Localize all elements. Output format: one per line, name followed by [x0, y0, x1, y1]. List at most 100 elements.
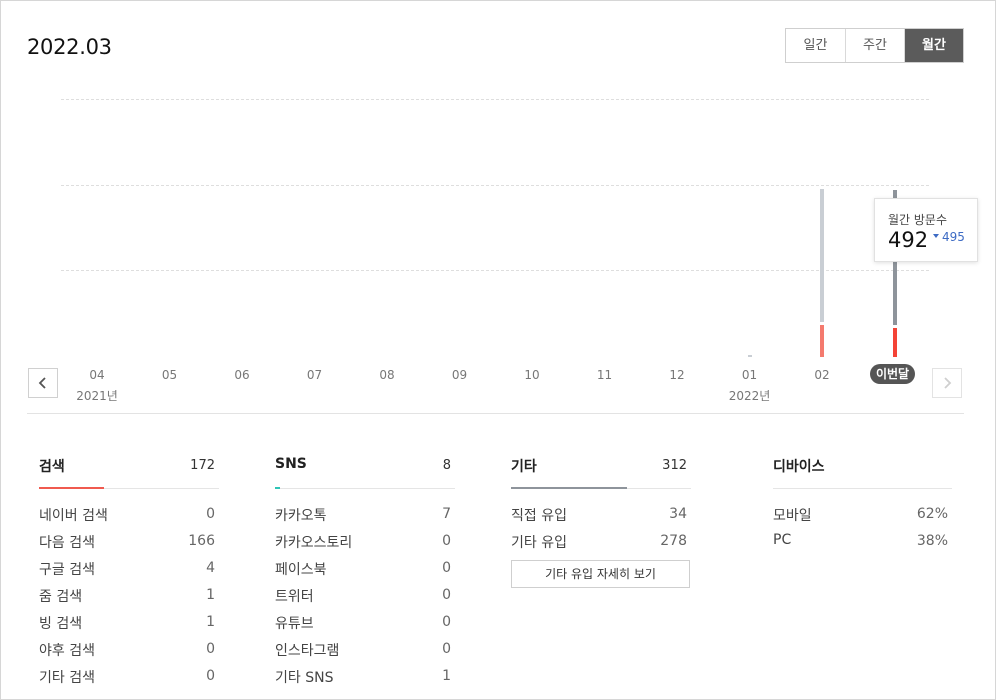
list-item: 기타 검색 0	[39, 665, 219, 692]
row-value: 38%	[916, 533, 948, 549]
sns-header: SNS 8	[275, 454, 455, 489]
chevron-right-icon	[944, 377, 952, 389]
row-value: 4	[206, 560, 215, 576]
device-header: 디바이스	[773, 454, 952, 489]
row-label: 트위터	[275, 589, 314, 605]
row-label: 카카오스토리	[275, 535, 353, 551]
list-item: 모바일 62%	[773, 503, 952, 530]
tooltip-delta-value: 495	[942, 230, 965, 244]
visit-bar[interactable]	[747, 355, 752, 357]
row-label: PC	[773, 532, 792, 548]
search-section: 검색 172 네이버 검색 0 다음 검색 166 구글 검색 4 줌 검색 1 빙 검…	[39, 454, 219, 692]
row-value: 0	[442, 641, 451, 657]
etc-title: 기타	[511, 459, 537, 475]
search-title: 검색	[39, 459, 65, 475]
etc-share-bar	[511, 487, 627, 489]
list-item: 카카오스토리 0	[275, 530, 455, 557]
etc-header: 기타 312	[511, 454, 691, 489]
etc-total: 312	[662, 458, 687, 473]
row-label: 네이버 검색	[39, 508, 108, 524]
year-label: 2021년	[76, 389, 118, 403]
tooltip-value: 492	[888, 228, 929, 252]
month-label: 11	[596, 368, 613, 382]
row-value: 0	[442, 614, 451, 630]
row-label: 기타 유입	[511, 535, 567, 551]
sns-title: SNS	[275, 456, 307, 472]
list-item: 다음 검색 166	[39, 530, 219, 557]
stats-panel: 2022.03 일간 주간 월간 월간 방문수 492 495 04 2021년 0…	[0, 0, 996, 700]
list-item: 줌 검색 1	[39, 584, 219, 611]
row-label: 기타 검색	[39, 670, 95, 686]
divider	[27, 413, 964, 414]
row-label: 직접 유입	[511, 508, 567, 524]
row-value: 7	[442, 506, 451, 522]
row-label: 페이스북	[275, 562, 327, 578]
row-label: 구글 검색	[39, 562, 95, 578]
month-label: 12	[669, 368, 685, 382]
month-label: 09	[451, 368, 468, 382]
next-button[interactable]	[932, 368, 962, 398]
row-label: 다음 검색	[39, 535, 95, 551]
month-label: 07	[306, 368, 323, 382]
list-item: 네이버 검색 0	[39, 503, 219, 530]
tab-daily[interactable]: 일간	[786, 29, 845, 62]
new-visit-bar[interactable]	[820, 324, 824, 357]
device-title: 디바이스	[773, 459, 825, 475]
new-visit-bar[interactable]	[892, 328, 897, 357]
etc-detail-button[interactable]: 기타 유입 자세히 보기	[511, 560, 690, 588]
row-label: 빙 검색	[39, 616, 83, 632]
list-item: 빙 검색 1	[39, 611, 219, 638]
tooltip-delta: 495	[933, 230, 965, 244]
row-value: 0	[206, 506, 215, 522]
list-item: 직접 유입 34	[511, 503, 691, 530]
month-label: 04	[89, 368, 105, 382]
sns-total: 8	[442, 458, 451, 473]
row-label: 야후 검색	[39, 643, 95, 659]
row-value: 0	[442, 560, 451, 576]
etc-section: 기타 312 직접 유입 34 기타 유입 278 기타 유입 자세히 보기	[511, 454, 691, 588]
month-label: 10	[524, 368, 540, 382]
list-item: PC 38%	[773, 530, 952, 557]
search-share-bar	[39, 487, 104, 489]
row-value: 1	[206, 587, 215, 603]
prev-button[interactable]	[28, 368, 58, 398]
sns-share-bar	[275, 487, 280, 489]
tab-monthly[interactable]: 월간	[904, 29, 963, 62]
list-item: 페이스북 0	[275, 557, 455, 584]
row-value: 1	[442, 668, 451, 684]
list-item: 유튜브 0	[275, 611, 455, 638]
chevron-left-icon	[38, 377, 46, 389]
row-label: 기타 SNS	[275, 670, 334, 686]
month-label: 02	[814, 368, 830, 382]
tooltip-label: 월간 방문수	[888, 213, 948, 227]
row-value: 166	[188, 533, 215, 549]
search-header: 검색 172	[39, 454, 219, 489]
row-value: 1	[206, 614, 215, 630]
grid-line	[61, 185, 929, 186]
row-value: 0	[206, 668, 215, 684]
row-label: 유튜브	[275, 616, 314, 632]
list-item: 야후 검색 0	[39, 638, 219, 665]
visit-bar[interactable]	[820, 189, 824, 322]
row-value: 0	[442, 587, 451, 603]
device-section: 디바이스 모바일 62% PC 38%	[773, 454, 952, 557]
period-title: 2022.03	[27, 35, 112, 59]
caret-down-icon	[933, 234, 939, 238]
tab-weekly[interactable]: 주간	[845, 29, 904, 62]
current-month-badge: 이번달	[870, 364, 915, 384]
sns-section: SNS 8 카카오톡 7 카카오스토리 0 페이스북 0 트위터 0 유튜브 0 인스타그…	[275, 454, 455, 692]
row-label: 카카오톡	[275, 508, 327, 524]
month-label: 06	[234, 368, 250, 382]
month-label: 01	[741, 368, 758, 382]
list-item: 기타 SNS 1	[275, 665, 455, 692]
month-label: 05	[161, 368, 178, 382]
list-item: 기타 유입 278	[511, 530, 691, 557]
row-label: 줌 검색	[39, 589, 83, 605]
month-label: 08	[379, 368, 395, 382]
row-value: 278	[660, 533, 687, 549]
row-value: 0	[442, 533, 451, 549]
list-item: 구글 검색 4	[39, 557, 219, 584]
row-value: 34	[669, 506, 687, 522]
year-label: 2022년	[728, 389, 771, 403]
row-value: 62%	[916, 506, 948, 522]
